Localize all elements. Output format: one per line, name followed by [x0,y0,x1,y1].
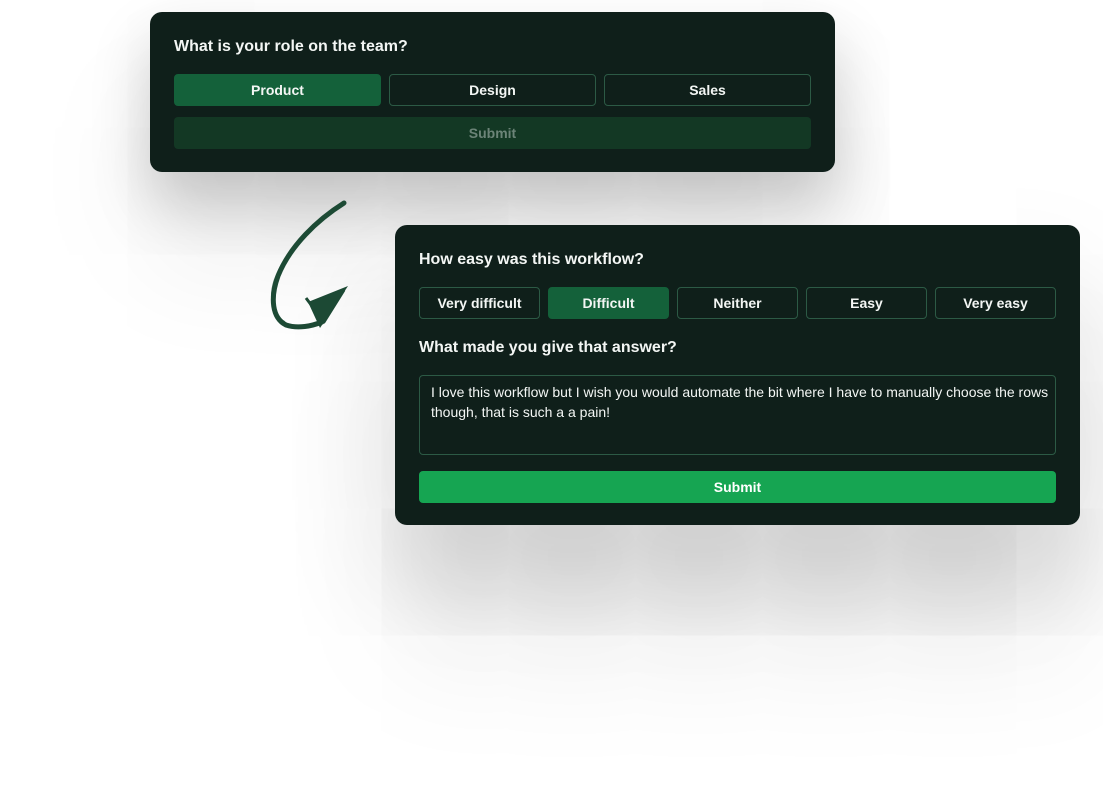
option-very-difficult[interactable]: Very difficult [419,287,540,319]
workflow-question: How easy was this workflow? [419,251,644,268]
hand-drawn-curved-arrow-icon [270,200,348,330]
role-question: What is your role on the team? [174,38,408,55]
followup-question: What made you give that answer? [419,339,677,356]
option-very-easy[interactable]: Very easy [935,287,1056,319]
option-difficult[interactable]: Difficult [548,287,669,319]
workflow-options: Very difficult Difficult Neither Easy Ve… [419,287,1056,319]
role-options: Product Design Sales [174,74,811,106]
workflow-survey-card: How easy was this workflow? Very difficu… [395,225,1080,525]
role-option-design[interactable]: Design [389,74,596,106]
option-neither[interactable]: Neither [677,287,798,319]
option-easy[interactable]: Easy [806,287,927,319]
role-option-sales[interactable]: Sales [604,74,811,106]
answer-textarea[interactable]: I love this workflow but I wish you woul… [419,375,1056,455]
workflow-submit-button[interactable]: Submit [419,471,1056,503]
role-survey-card: What is your role on the team? Product D… [150,12,835,172]
role-submit-button[interactable]: Submit [174,117,811,149]
role-option-product[interactable]: Product [174,74,381,106]
